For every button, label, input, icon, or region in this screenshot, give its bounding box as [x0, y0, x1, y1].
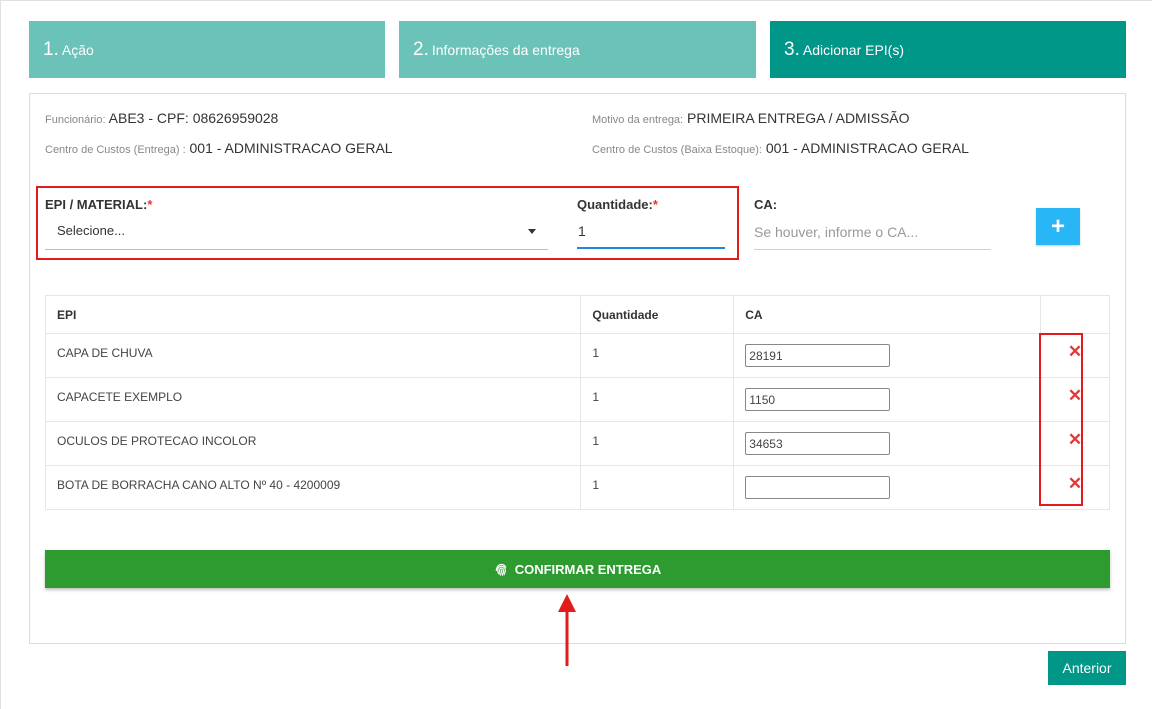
top-border — [0, 0, 1152, 1]
column-header-quantidade: Quantidade — [580, 295, 735, 334]
motivo-label: Motivo da entrega: — [592, 114, 684, 126]
cc-baixa-value: 001 - ADMINISTRACAO GERAL — [765, 140, 969, 156]
cc-baixa-info: Centro de Custos (Baixa Estoque): 001 - … — [592, 140, 969, 156]
table-row: BOTA DE BORRACHA CANO ALTO Nº 40 - 42000… — [44, 465, 1110, 510]
ca-cell — [733, 377, 1042, 422]
ca-label: CA: — [754, 197, 778, 212]
fingerprint-icon — [494, 562, 509, 577]
confirm-delivery-button[interactable]: CONFIRMAR ENTREGA — [45, 550, 1110, 588]
ca-cell — [733, 333, 1042, 378]
motivo-info: Motivo da entrega: PRIMEIRA ENTREGA / AD… — [592, 110, 910, 126]
epi-cell: OCULOS DE PROTECAO INCOLOR — [44, 421, 582, 466]
step-label: Ação — [61, 41, 94, 58]
ca-input[interactable] — [754, 214, 991, 250]
ca-cell — [733, 421, 1042, 466]
confirm-label: CONFIRMAR ENTREGA — [514, 561, 662, 577]
epi-cell: BOTA DE BORRACHA CANO ALTO Nº 40 - 42000… — [44, 465, 582, 510]
epi-cell: CAPACETE EXEMPLO — [44, 377, 582, 422]
ca-row-input[interactable] — [745, 432, 891, 455]
qty-cell: 1 — [580, 377, 735, 422]
column-header-ca: CA — [733, 295, 1042, 334]
table-row: OCULOS DE PROTECAO INCOLOR 1 ✕ — [44, 421, 1110, 466]
previous-button[interactable]: Anterior — [1048, 651, 1126, 685]
table-header-row: EPI Quantidade CA — [44, 295, 1110, 334]
cc-entrega-label: Centro de Custos (Entrega) : — [45, 144, 186, 156]
ca-row-input[interactable] — [745, 476, 891, 499]
step-label: Adicionar EPI(s) — [802, 41, 905, 58]
wizard-steps: 1. Ação 2. Informações da entrega 3. Adi… — [29, 21, 1126, 78]
annotation-highlight-delete — [1039, 333, 1083, 506]
table-row: CAPACETE EXEMPLO 1 ✕ — [44, 377, 1110, 422]
step-number: 1. — [43, 38, 59, 60]
qty-cell: 1 — [580, 333, 735, 378]
cc-baixa-label: Centro de Custos (Baixa Estoque): — [592, 144, 762, 156]
cc-entrega-value: 001 - ADMINISTRACAO GERAL — [189, 140, 393, 156]
annotation-highlight-form — [36, 186, 739, 260]
qty-cell: 1 — [580, 421, 735, 466]
ca-cell — [733, 465, 1042, 510]
ca-row-input[interactable] — [745, 388, 891, 411]
table-row: CAPA DE CHUVA 1 ✕ — [44, 333, 1110, 378]
step-informacoes-entrega[interactable]: 2. Informações da entrega — [399, 21, 756, 78]
epi-table: EPI Quantidade CA CAPA DE CHUVA 1 ✕ CAPA… — [44, 295, 1110, 510]
epi-cell: CAPA DE CHUVA — [44, 333, 582, 378]
step-adicionar-epis[interactable]: 3. Adicionar EPI(s) — [770, 21, 1126, 78]
step-number: 2. — [413, 38, 429, 60]
qty-cell: 1 — [580, 465, 735, 510]
step-acao[interactable]: 1. Ação — [29, 21, 385, 78]
step-number: 3. — [784, 38, 800, 60]
ca-row-input[interactable] — [745, 344, 891, 367]
column-header-epi: EPI — [44, 295, 582, 334]
funcionario-label: Funcionário: — [45, 114, 106, 126]
cc-entrega-info: Centro de Custos (Entrega) : 001 - ADMIN… — [45, 140, 393, 156]
add-epi-button[interactable]: + — [1036, 208, 1080, 245]
funcionario-info: Funcionário: ABE3 - CPF: 08626959028 — [45, 110, 278, 126]
step-label: Informações da entrega — [431, 41, 580, 58]
annotation-arrow-icon — [558, 594, 576, 666]
funcionario-value: ABE3 - CPF: 08626959028 — [108, 110, 279, 126]
motivo-value: PRIMEIRA ENTREGA / ADMISSÃO — [687, 110, 910, 126]
column-header-actions — [1040, 295, 1110, 334]
left-border — [0, 0, 1, 709]
